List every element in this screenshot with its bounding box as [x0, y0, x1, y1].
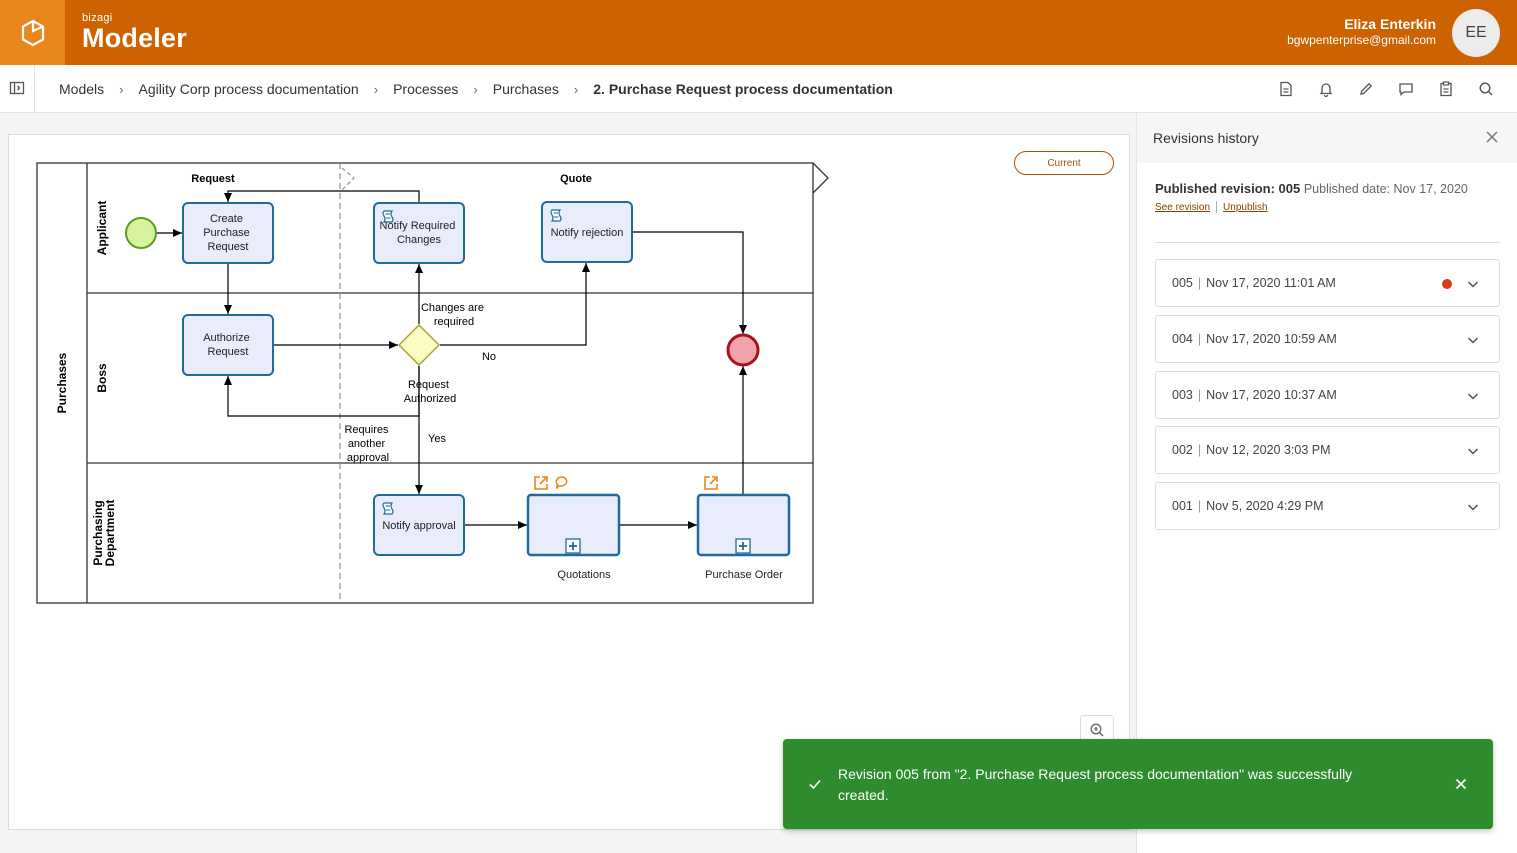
phase-label-request: Request — [191, 173, 235, 185]
see-revision-link[interactable]: See revision — [1155, 202, 1210, 213]
revision-id: 003 — [1172, 388, 1193, 402]
revision-item[interactable]: 004 | Nov 17, 2020 10:59 AM — [1155, 315, 1500, 363]
revisions-panel-title: Revisions history — [1153, 130, 1259, 146]
revision-id: 001 — [1172, 499, 1193, 513]
script-task-icon — [550, 209, 562, 222]
status-dot-icon — [1442, 279, 1452, 289]
revisions-panel-header: Revisions history — [1137, 113, 1517, 163]
revision-item[interactable]: 005 | Nov 17, 2020 11:01 AM — [1155, 259, 1500, 307]
revision-date: Nov 17, 2020 11:01 AM — [1206, 276, 1336, 290]
separator: | — [1197, 276, 1202, 290]
clipboard-icon[interactable] — [1436, 79, 1456, 99]
search-icon[interactable] — [1476, 79, 1496, 99]
task-notify-rejection[interactable]: Notify rejection — [541, 201, 633, 263]
chevron-down-icon[interactable] — [1466, 500, 1480, 514]
close-icon[interactable] — [1485, 130, 1499, 144]
user-name: Eliza Enterkin — [1344, 16, 1436, 32]
subprocess-purchase-order[interactable]: Purchase Order — [696, 493, 791, 581]
user-email: bgwpenterprise@gmail.com — [1287, 33, 1436, 47]
divider — [1155, 242, 1500, 243]
separator: | — [1197, 332, 1202, 346]
divider — [1216, 201, 1218, 213]
script-task-icon — [382, 502, 394, 515]
revision-date: Nov 5, 2020 4:29 PM — [1206, 499, 1324, 513]
task-notify-required-changes[interactable]: Notify Required Changes — [373, 202, 465, 264]
revision-date: Nov 17, 2020 10:37 AM — [1206, 388, 1337, 402]
separator: | — [1197, 388, 1202, 402]
revision-item[interactable]: 003 | Nov 17, 2020 10:37 AM — [1155, 371, 1500, 419]
published-revision-info: Published revision: 005 Published date: … — [1155, 181, 1500, 213]
bell-icon[interactable] — [1316, 79, 1336, 99]
bpmn-diagram: Purchases Applicant Boss PurchasingDepar… — [36, 162, 829, 604]
chevron-down-icon[interactable] — [1466, 333, 1480, 347]
user-info: Eliza Enterkin bgwpenterprise@gmail.com — [1287, 15, 1436, 47]
revision-date: Nov 17, 2020 10:59 AM — [1206, 332, 1337, 346]
chevron-down-icon[interactable] — [1466, 444, 1480, 458]
check-icon — [809, 779, 821, 790]
revision-id: 002 — [1172, 443, 1193, 457]
svg-text:Notify rejection: Notify rejection — [551, 227, 624, 239]
separator: | — [1197, 443, 1202, 457]
end-event-icon[interactable] — [726, 333, 760, 367]
published-date: Published date: Nov 17, 2020 — [1303, 182, 1468, 196]
unpublish-link[interactable]: Unpublish — [1223, 202, 1267, 213]
task-create-purchase-request[interactable]: Create Purchase Request — [182, 202, 274, 264]
published-revision-label: Published revision: 005 — [1155, 181, 1301, 196]
svg-text:Create Purchase Re: Create Purchase Request — [203, 213, 253, 253]
revision-date: Nov 12, 2020 3:03 PM — [1206, 443, 1331, 457]
phase-label-quote: Quote — [560, 173, 592, 185]
flow-label-no: No — [482, 351, 496, 363]
svg-text:Purchase Order: Purchase Order — [705, 569, 783, 581]
lane-label-applicant: Applicant — [95, 201, 109, 256]
success-toast: Revision 005 from "2. Purchase Request p… — [783, 739, 1493, 829]
svg-text:Quotations: Quotations — [557, 569, 611, 581]
task-notify-approval[interactable]: Notify approval — [373, 494, 465, 556]
start-event-icon[interactable] — [125, 217, 157, 249]
document-icon[interactable] — [1276, 79, 1296, 99]
svg-text:Notify approval: Notify approval — [382, 520, 455, 532]
revision-item[interactable]: 002 | Nov 12, 2020 3:03 PM — [1155, 426, 1500, 474]
toolbar — [1276, 79, 1516, 99]
flow-label-another-approval: Requires another approval — [344, 424, 391, 464]
flow-label-yes: Yes — [428, 433, 446, 445]
lane-label-purchasing: PurchasingDepartment — [91, 500, 117, 567]
pencil-icon[interactable] — [1356, 79, 1376, 99]
comment-icon[interactable] — [1396, 79, 1416, 99]
chevron-down-icon[interactable] — [1466, 389, 1480, 403]
lane-label-boss: Boss — [95, 363, 109, 393]
revision-item[interactable]: 001 | Nov 5, 2020 4:29 PM — [1155, 482, 1500, 530]
revision-id: 005 — [1172, 276, 1193, 290]
task-authorize-request[interactable]: Authorize Request — [182, 314, 274, 376]
avatar[interactable]: EE — [1452, 9, 1500, 57]
close-icon[interactable] — [1453, 776, 1469, 792]
zoom-icon — [1090, 723, 1104, 737]
toast-message: Revision 005 from "2. Purchase Request p… — [838, 766, 1353, 803]
chevron-down-icon[interactable] — [1466, 277, 1480, 291]
current-version-button[interactable]: Current — [1014, 151, 1114, 175]
separator: | — [1197, 499, 1202, 513]
pool-label: Purchases — [55, 352, 69, 413]
revision-id: 004 — [1172, 332, 1193, 346]
